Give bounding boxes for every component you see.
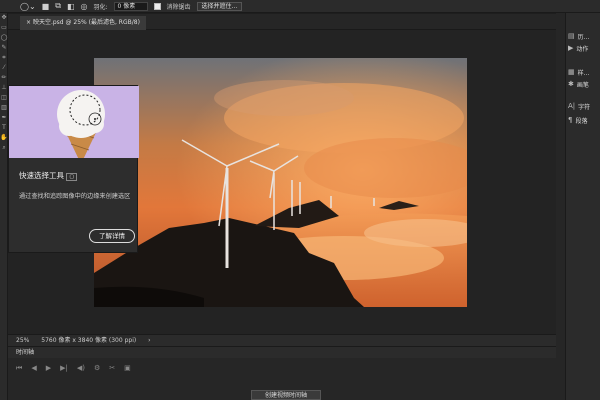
- marquee-tool-icon[interactable]: ▭: [0, 23, 8, 33]
- eraser-tool-icon[interactable]: ◫: [0, 93, 8, 103]
- settings-gear-icon[interactable]: ⚙: [94, 364, 100, 372]
- crop-tool-icon[interactable]: ⌗: [0, 53, 8, 63]
- split-icon[interactable]: ✂: [109, 364, 115, 372]
- pen-tool-icon[interactable]: ✒: [0, 113, 8, 123]
- select-and-mask-button[interactable]: 选择并遮住...: [196, 1, 243, 11]
- learn-more-button[interactable]: 了解详情: [89, 229, 135, 243]
- first-frame-icon[interactable]: ⏮: [16, 364, 22, 373]
- antialias-checkbox[interactable]: [153, 2, 161, 10]
- tools-panel: ✥ ▭ ◯ ✎ ⌗ ⁄ ✏ ⊥ ◫ ▥ ✒ T ✋ ⌕: [0, 13, 8, 400]
- zoom-level[interactable]: 25%: [16, 337, 29, 344]
- stamp-tool-icon[interactable]: ⊥: [0, 83, 8, 93]
- intersect-selection-icon[interactable]: ◎: [81, 2, 88, 11]
- new-selection-icon[interactable]: ■: [42, 2, 50, 11]
- brush-icon: ✱: [568, 80, 574, 88]
- document-info: 5760 像素 x 3840 像素 (300 ppi): [41, 337, 137, 344]
- quick-select-tool-icon[interactable]: ✎: [0, 43, 8, 53]
- document-tab[interactable]: × 映天空.psd @ 25% (最后滤色, RGB/8): [20, 16, 146, 30]
- eyedropper-tool-icon[interactable]: ⁄: [0, 63, 8, 73]
- history-icon: ▤: [568, 32, 575, 40]
- timeline-controls: ⏮ ◀ ▶ ▶| ◀) ⚙ ✂ ▣: [8, 358, 556, 378]
- transition-icon[interactable]: ▣: [124, 364, 131, 372]
- brush-tool-icon[interactable]: ✏: [0, 73, 8, 83]
- actions-icon: ▶: [568, 44, 574, 52]
- paragraph-panel-button[interactable]: ¶ 段落: [566, 114, 587, 126]
- play-icon[interactable]: ▶: [46, 364, 51, 372]
- character-panel-button[interactable]: A| 字符: [566, 100, 590, 112]
- add-selection-icon[interactable]: ⧉: [55, 1, 61, 11]
- feather-label: 羽化:: [93, 3, 108, 11]
- history-panel-button[interactable]: ▤ 历...: [566, 30, 589, 42]
- status-menu-chevron-icon[interactable]: ›: [148, 337, 150, 344]
- timeline-tab[interactable]: 时间轴: [16, 349, 34, 356]
- brush-panel-button[interactable]: ✱ 画笔: [566, 78, 589, 90]
- next-frame-icon[interactable]: ▶|: [60, 364, 68, 372]
- document-canvas-image[interactable]: [94, 58, 467, 307]
- swatches-icon: ▦: [568, 68, 575, 76]
- create-video-timeline-button[interactable]: 创建视频时间轴: [251, 390, 321, 400]
- swatches-panel-button[interactable]: ▦ 样...: [566, 66, 589, 78]
- type-tool-icon[interactable]: T: [0, 123, 8, 133]
- move-tool-icon[interactable]: ✥: [0, 13, 8, 23]
- document-tab-bar: × 映天空.psd @ 25% (最后滤色, RGB/8): [8, 14, 556, 30]
- hand-tool-icon[interactable]: ✋: [0, 133, 8, 143]
- actions-panel-button[interactable]: ▶ 动作: [566, 42, 588, 54]
- status-bar: 25% 5760 像素 x 3840 像素 (300 ppi) ›: [8, 334, 556, 346]
- subtract-selection-icon[interactable]: ◧: [67, 2, 75, 11]
- document-tab-label: 映天空.psd @ 25% (最后滤色, RGB/8): [32, 19, 140, 26]
- keyboard-shortcut-icon: ▢: [66, 173, 78, 181]
- audio-icon[interactable]: ◀): [77, 364, 85, 372]
- close-icon[interactable]: ×: [26, 19, 33, 26]
- prev-frame-icon[interactable]: ◀: [31, 364, 36, 372]
- options-bar: ◯⌄ ■ ⧉ ◧ ◎ 羽化: 0 像素 消除锯齿 选择并遮住...: [0, 0, 600, 13]
- character-icon: A|: [568, 102, 576, 110]
- gradient-tool-icon[interactable]: ▥: [0, 103, 8, 113]
- tool-preview-image: [9, 86, 139, 158]
- right-panel-strip: [556, 13, 566, 400]
- tool-tip-title: 快速选择工具 ▢: [19, 170, 78, 181]
- lasso-icon[interactable]: ◯⌄: [20, 2, 36, 11]
- paragraph-icon: ¶: [568, 116, 573, 124]
- feather-input[interactable]: 0 像素: [113, 1, 148, 11]
- timeline-panel-header: 时间轴: [8, 346, 556, 358]
- lasso-tool-icon[interactable]: ◯: [0, 33, 8, 43]
- tool-tip-description: 通过查找和追踪图像中的边缘来创建选区: [19, 193, 131, 200]
- antialias-label: 消除锯齿: [166, 3, 191, 11]
- tool-tip-popup: 快速选择工具 ▢ 通过查找和追踪图像中的边缘来创建选区 了解详情: [8, 85, 139, 253]
- zoom-tool-icon[interactable]: ⌕: [0, 143, 8, 153]
